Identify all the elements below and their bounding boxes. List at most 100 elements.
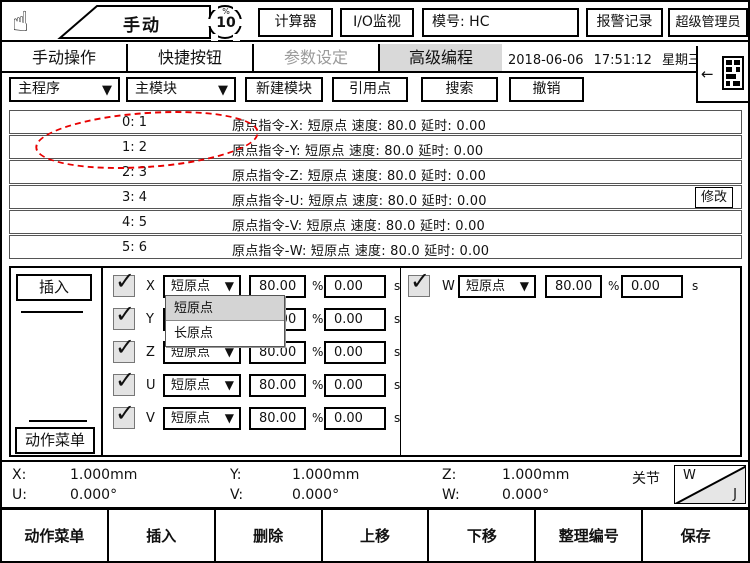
bottom-button-bar: 动作菜单 插入 删除 上移 下移 整理编号 保存 bbox=[2, 507, 748, 563]
toolbar: 主程序 ▼ 主模块 ▼ 新建模块 引用点 搜索 撤销 bbox=[2, 74, 748, 106]
module-select[interactable]: 主模块 ▼ bbox=[126, 77, 236, 102]
program-row-4[interactable]: 4: 5 原点指令-V: 短原点 速度: 80.0 延时: 0.00 bbox=[9, 210, 742, 234]
coord-u-value: 0.000° bbox=[70, 487, 117, 503]
axis-v-speed-input[interactable]: 80.00 bbox=[249, 407, 306, 430]
check-icon: ✓ bbox=[410, 269, 430, 293]
delete-bottom-button[interactable]: 删除 bbox=[216, 510, 323, 563]
insert-button[interactable]: 插入 bbox=[16, 274, 92, 301]
axis-letter: U bbox=[146, 378, 156, 393]
row-instruction: 原点指令-Z: 短原点 速度: 80.0 延时: 0.00 bbox=[232, 165, 486, 184]
axis-y-checkbox[interactable]: ✓ bbox=[113, 308, 135, 330]
coord-v-value: 0.000° bbox=[292, 487, 339, 503]
axis-z-checkbox[interactable]: ✓ bbox=[113, 341, 135, 363]
program-list: 0: 1 原点指令-X: 短原点 速度: 80.0 延时: 0.00 1: 2 … bbox=[9, 110, 742, 260]
coord-y-value: 1.000mm bbox=[292, 467, 359, 483]
program-row-3[interactable]: 3: 4 原点指令-U: 短原点 速度: 80.0 延时: 0.00 修改 bbox=[9, 185, 742, 209]
axis-w-type-dropdown[interactable]: 短原点▼ bbox=[458, 275, 536, 298]
coord-x-value: 1.000mm bbox=[70, 467, 137, 483]
modify-button[interactable]: 修改 bbox=[695, 187, 733, 208]
program-row-5[interactable]: 5: 6 原点指令-W: 短原点 速度: 80.0 延时: 0.00 bbox=[9, 235, 742, 259]
calculator-button[interactable]: 计算器 bbox=[258, 8, 333, 37]
mode-label[interactable]: 手动 bbox=[97, 11, 187, 36]
axis-letter: X bbox=[146, 279, 155, 294]
tab-quick-buttons[interactable]: 快捷按钮 bbox=[128, 44, 254, 71]
check-icon: ✓ bbox=[115, 269, 135, 293]
check-icon: ✓ bbox=[115, 335, 135, 359]
row-index: 2: 3 bbox=[122, 165, 147, 180]
alarm-record-button[interactable]: 报警记录 bbox=[586, 8, 663, 37]
coord-y-label: Y: bbox=[230, 467, 241, 483]
axis-u-delay-input[interactable]: 0.00 bbox=[324, 374, 386, 397]
action-menu-bottom-button[interactable]: 动作菜单 bbox=[2, 510, 109, 563]
percent-unit: % bbox=[608, 279, 619, 293]
tab-advanced-programming[interactable]: 高级编程 bbox=[380, 44, 502, 71]
check-icon: ✓ bbox=[115, 368, 135, 392]
percent-unit: % bbox=[312, 279, 323, 293]
seconds-unit: s bbox=[394, 279, 400, 293]
row-index: 1: 2 bbox=[122, 140, 147, 155]
coord-mode-world: W bbox=[683, 468, 696, 483]
coord-w-value: 0.000° bbox=[502, 487, 549, 503]
program-select[interactable]: 主程序 ▼ bbox=[9, 77, 120, 102]
new-module-button[interactable]: 新建模块 bbox=[245, 77, 323, 102]
row-index: 4: 5 bbox=[122, 215, 147, 230]
axis-w-delay-input[interactable]: 0.00 bbox=[621, 275, 683, 298]
save-bottom-button[interactable]: 保存 bbox=[643, 510, 748, 563]
coord-z-label: Z: bbox=[442, 467, 456, 483]
axis-u-type-dropdown[interactable]: 短原点▼ bbox=[163, 374, 241, 397]
minimize-panel-control[interactable]: ← bbox=[696, 46, 750, 103]
axis-x-delay-input[interactable]: 0.00 bbox=[324, 275, 386, 298]
axis-v-type-dropdown[interactable]: 短原点▼ bbox=[163, 407, 241, 430]
dropdown-option-short-origin[interactable]: 短原点 bbox=[166, 296, 284, 321]
chevron-down-icon: ▼ bbox=[218, 80, 228, 101]
axis-v-delay-input[interactable]: 0.00 bbox=[324, 407, 386, 430]
program-row-1[interactable]: 1: 2 原点指令-Y: 短原点 速度: 80.0 延时: 0.00 bbox=[9, 135, 742, 159]
axis-letter: Y bbox=[146, 312, 154, 327]
panel-divider bbox=[400, 268, 401, 455]
separator-line bbox=[29, 420, 87, 422]
coord-mode-toggle[interactable]: W J bbox=[674, 465, 746, 504]
seconds-unit: s bbox=[692, 279, 698, 293]
axis-w-speed-input[interactable]: 80.00 bbox=[545, 275, 602, 298]
check-icon: ✓ bbox=[115, 302, 135, 326]
axis-z-delay-input[interactable]: 0.00 bbox=[324, 341, 386, 364]
row-instruction: 原点指令-Y: 短原点 速度: 80.0 延时: 0.00 bbox=[232, 140, 483, 159]
tab-parameter-setting[interactable]: 参数设定 bbox=[254, 44, 380, 71]
program-select-value: 主程序 bbox=[18, 81, 60, 97]
undo-button[interactable]: 撤销 bbox=[509, 77, 584, 102]
speed-percent-value[interactable]: 10 bbox=[212, 15, 240, 31]
axis-w-checkbox[interactable]: ✓ bbox=[408, 275, 430, 297]
hand-cursor-icon: ☝ bbox=[12, 4, 29, 40]
axis-x-checkbox[interactable]: ✓ bbox=[113, 275, 135, 297]
row-instruction: 原点指令-U: 短原点 速度: 80.0 延时: 0.00 bbox=[232, 190, 487, 209]
dropdown-value: 短原点 bbox=[171, 279, 210, 294]
percent-unit: % bbox=[312, 345, 323, 359]
datetime: 2018-06-0617:51:12星期三 bbox=[508, 49, 698, 68]
axis-v-checkbox[interactable]: ✓ bbox=[113, 407, 135, 429]
date-label: 2018-06-06 bbox=[508, 53, 584, 68]
seconds-unit: s bbox=[394, 411, 400, 425]
move-up-bottom-button[interactable]: 上移 bbox=[323, 510, 430, 563]
axis-u-speed-input[interactable]: 80.00 bbox=[249, 374, 306, 397]
move-down-bottom-button[interactable]: 下移 bbox=[429, 510, 536, 563]
renumber-bottom-button[interactable]: 整理编号 bbox=[536, 510, 643, 563]
action-menu-button[interactable]: 动作菜单 bbox=[15, 427, 95, 454]
percent-unit: % bbox=[312, 378, 323, 392]
coord-z-value: 1.000mm bbox=[502, 467, 569, 483]
model-field[interactable]: 模号: HC bbox=[422, 8, 579, 37]
search-button[interactable]: 搜索 bbox=[421, 77, 498, 102]
io-monitor-button[interactable]: I/O监视 bbox=[340, 8, 414, 37]
insert-bottom-button[interactable]: 插入 bbox=[109, 510, 216, 563]
program-row-0[interactable]: 0: 1 原点指令-X: 短原点 速度: 80.0 延时: 0.00 bbox=[9, 110, 742, 134]
ref-point-button[interactable]: 引用点 bbox=[332, 77, 408, 102]
back-arrow-icon: ← bbox=[701, 65, 714, 83]
axis-y-delay-input[interactable]: 0.00 bbox=[324, 308, 386, 331]
dropdown-option-long-origin[interactable]: 长原点 bbox=[166, 321, 284, 346]
axis-u-checkbox[interactable]: ✓ bbox=[113, 374, 135, 396]
program-row-2[interactable]: 2: 3 原点指令-Z: 短原点 速度: 80.0 延时: 0.00 bbox=[9, 160, 742, 184]
hmi-screen: ☝ 手动 % 10 计算器 I/O监视 模号: HC 报警记录 超级管理员 手动… bbox=[0, 0, 750, 563]
module-select-value: 主模块 bbox=[135, 81, 177, 97]
super-admin-button[interactable]: 超级管理员 bbox=[668, 8, 748, 37]
tab-manual-operation[interactable]: 手动操作 bbox=[2, 44, 128, 71]
chevron-down-icon: ▼ bbox=[102, 80, 112, 101]
